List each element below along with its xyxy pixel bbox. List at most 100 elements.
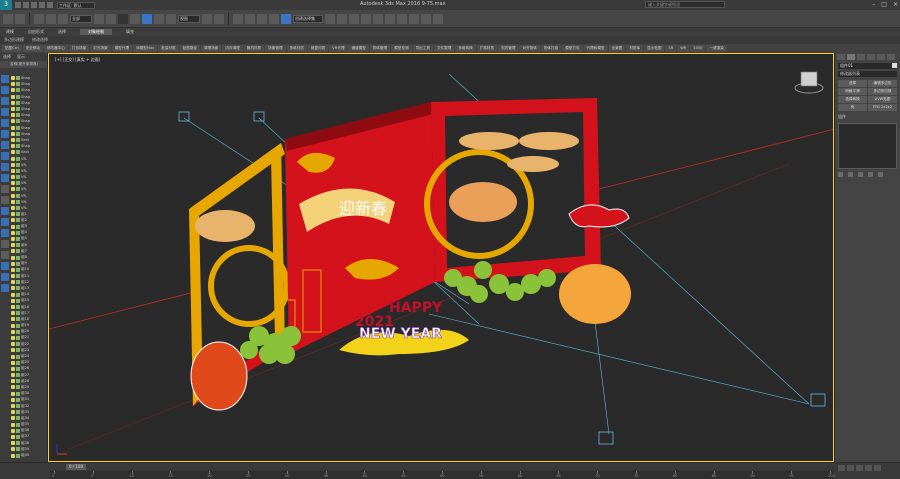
visibility-bulb-icon[interactable] xyxy=(11,131,15,136)
visibility-bulb-icon[interactable] xyxy=(11,391,15,396)
visibility-bulb-icon[interactable] xyxy=(11,218,15,223)
filter-lights-icon[interactable] xyxy=(1,97,9,105)
visibility-bulb-icon[interactable] xyxy=(11,187,15,192)
bind-space-warp-button[interactable] xyxy=(58,13,68,24)
display-tab-icon[interactable] xyxy=(877,54,885,60)
ribbon-subtab[interactable]: 修改选择 xyxy=(32,37,48,43)
modifier-button[interactable]: 多边形切换 xyxy=(868,88,897,95)
ribbon-tab-active[interactable]: 对象绘制 xyxy=(80,29,112,35)
window-crossing-button[interactable] xyxy=(130,13,140,24)
visibility-bulb-icon[interactable] xyxy=(11,360,15,365)
ref-coord-select[interactable]: 视图 xyxy=(178,14,200,23)
plugin-button[interactable]: WR xyxy=(677,45,690,52)
visibility-bulb-icon[interactable] xyxy=(11,335,15,340)
viewport-label[interactable]: [+] [正交] [真实 + 边面] xyxy=(55,57,100,63)
hierarchy-mode-icon[interactable] xyxy=(1,284,9,292)
workspace-select[interactable]: 工作区: 默认 xyxy=(57,1,95,9)
visibility-bulb-icon[interactable] xyxy=(11,94,15,99)
plugin-button[interactable]: VR代理 xyxy=(329,45,348,52)
filter-helpers-icon[interactable] xyxy=(1,119,9,127)
visibility-bulb-icon[interactable] xyxy=(11,267,15,272)
visibility-bulb-icon[interactable] xyxy=(11,453,15,458)
filter-frozen-icon[interactable] xyxy=(1,185,9,193)
plugin-button[interactable]: 打包场景 xyxy=(68,45,90,52)
minimize-icon[interactable]: – xyxy=(872,1,875,8)
plugin-button[interactable]: 材质库 xyxy=(626,45,644,52)
filter-containers-icon[interactable] xyxy=(1,174,9,182)
object-name-field[interactable]: 组件01 xyxy=(838,63,897,69)
visibility-bulb-icon[interactable] xyxy=(11,199,15,204)
go-to-end-icon[interactable] xyxy=(874,465,881,471)
plugin-button[interactable]: 显示贴图 xyxy=(644,45,665,52)
plugin-button[interactable]: 代理转模型 xyxy=(583,45,608,52)
plugin-button[interactable]: 一键渲染 xyxy=(706,45,727,52)
undo-button[interactable] xyxy=(3,13,13,24)
explorer-row[interactable]: 组40 xyxy=(11,452,48,458)
plugin-button[interactable]: 灯光场景 xyxy=(90,45,111,52)
ribbon-tab[interactable]: 建模 xyxy=(6,29,14,35)
modify-tab-icon[interactable] xyxy=(847,54,855,60)
render-production-button[interactable] xyxy=(433,13,443,24)
filter-bones-icon[interactable] xyxy=(1,163,9,171)
plugin-button[interactable]: 对齐物体 xyxy=(519,45,540,52)
plugin-button[interactable]: 1000 xyxy=(690,45,706,52)
modifier-button[interactable]: 网格平滑 xyxy=(838,88,867,95)
explorer-column-header[interactable]: 名称(按升序排序) xyxy=(0,61,47,68)
plugin-button[interactable]: 随机材质 xyxy=(243,45,265,52)
visibility-bulb-icon[interactable] xyxy=(11,212,15,217)
visibility-bulb-icon[interactable] xyxy=(11,366,15,371)
explorer-menu-select[interactable]: 选择 xyxy=(3,54,11,60)
plugin-button[interactable]: 模型打包 xyxy=(562,45,583,52)
track-bar[interactable]: 0 5 10 15 20 25 30 35 40 45 50 55 60 65 70 75 80 85 90 95 10… xyxy=(50,471,835,479)
filter-warps-icon[interactable] xyxy=(1,130,9,138)
visibility-bulb-icon[interactable] xyxy=(11,274,15,279)
ribbon-subtab[interactable]: 多边形建模 xyxy=(4,37,24,43)
visibility-bulb-icon[interactable] xyxy=(11,379,15,384)
filter-groups-icon[interactable] xyxy=(1,141,9,149)
plugin-button[interactable]: 导出工具 xyxy=(412,45,433,52)
visibility-bulb-icon[interactable] xyxy=(11,88,15,93)
modifier-button[interactable]: 选择转换 xyxy=(838,96,867,103)
visibility-bulb-icon[interactable] xyxy=(11,255,15,260)
select-rotate-button[interactable] xyxy=(154,13,164,24)
visibility-bulb-icon[interactable] xyxy=(11,348,15,353)
visibility-bulb-icon[interactable] xyxy=(11,410,15,415)
utilities-tab-icon[interactable] xyxy=(887,54,895,60)
time-slider[interactable]: 0 / 100 xyxy=(66,464,86,470)
plugin-button[interactable]: 贴图路径 xyxy=(179,45,201,52)
new-file-icon[interactable] xyxy=(15,2,21,8)
percent-snap-button[interactable] xyxy=(257,13,267,24)
link-button[interactable] xyxy=(34,13,44,24)
motion-tab-icon[interactable] xyxy=(867,54,875,60)
open-file-icon[interactable] xyxy=(23,2,29,8)
visibility-bulb-icon[interactable] xyxy=(11,206,15,211)
modifier-stack[interactable] xyxy=(838,123,897,169)
lock-cell-icon[interactable] xyxy=(1,262,9,270)
visibility-bulb-icon[interactable] xyxy=(11,311,15,316)
visibility-bulb-icon[interactable] xyxy=(11,249,15,254)
visibility-bulb-icon[interactable] xyxy=(11,76,15,81)
plugin-button[interactable]: 修改器中心 xyxy=(43,45,68,52)
show-end-result-icon[interactable] xyxy=(848,172,853,177)
filter-cameras-icon[interactable] xyxy=(1,108,9,116)
snaps-toggle-button[interactable] xyxy=(233,13,243,24)
ribbon-tab[interactable]: 选择 xyxy=(58,29,66,35)
visibility-bulb-icon[interactable] xyxy=(11,416,15,421)
close-icon[interactable]: × xyxy=(893,1,898,8)
plugin-button[interactable]: 修复材质 xyxy=(307,45,329,52)
modifier-button[interactable]: FFD 2x2x2 xyxy=(868,104,897,111)
plugin-button[interactable]: 通道模型 xyxy=(348,45,369,52)
save-file-icon[interactable] xyxy=(31,2,37,8)
visibility-bulb-icon[interactable] xyxy=(11,428,15,433)
select-object-button[interactable] xyxy=(94,13,104,24)
pivot-center-button[interactable] xyxy=(202,13,212,24)
visibility-bulb-icon[interactable] xyxy=(11,404,15,409)
visibility-bulb-icon[interactable] xyxy=(11,224,15,229)
visibility-bulb-icon[interactable] xyxy=(11,150,15,155)
curve-editor-button[interactable] xyxy=(373,13,383,24)
visibility-bulb-icon[interactable] xyxy=(11,298,15,303)
visibility-bulb-icon[interactable] xyxy=(11,329,15,334)
angle-snap-button[interactable] xyxy=(245,13,255,24)
render-frame-button[interactable] xyxy=(421,13,431,24)
remove-modifier-icon[interactable] xyxy=(868,172,873,177)
